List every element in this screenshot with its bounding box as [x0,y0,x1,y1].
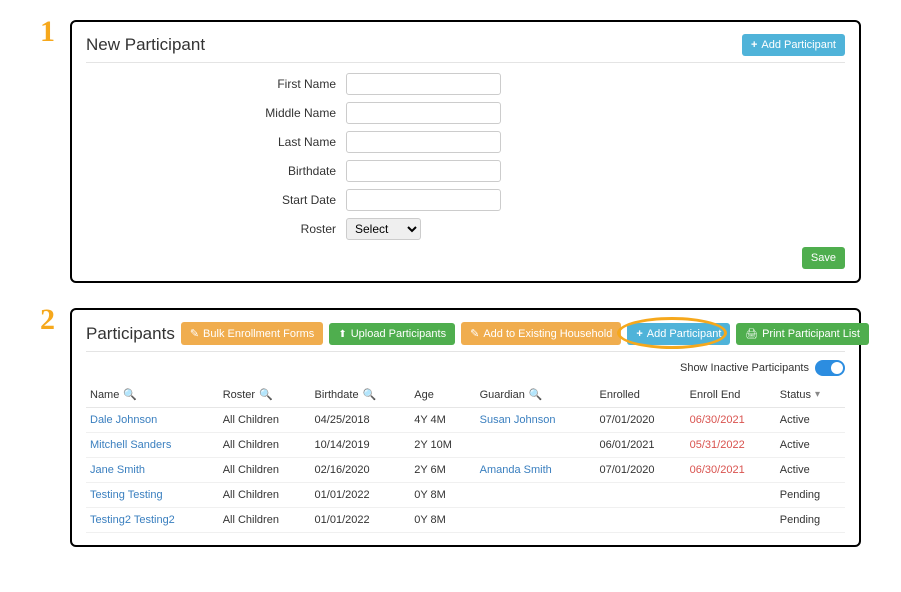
start-date-input[interactable] [346,189,501,211]
first-name-label: First Name [86,77,346,91]
chevron-down-icon[interactable]: ▾ [815,389,820,400]
roster-label: Roster [86,222,346,236]
cell-age: 0Y 8M [410,508,475,533]
cell-birthdate: 01/01/2022 [311,508,411,533]
add-participant-label: Add Participant [647,328,722,340]
cell-enrollend [686,508,776,533]
new-participant-panel: New Participant Add Participant First Na… [70,20,861,283]
save-button[interactable]: Save [802,247,845,269]
table-header-row: Name 🔍 Roster 🔍 Birthdate 🔍 Age Guardian 🔍 E… [86,382,845,408]
cell-age: 2Y 10M [410,433,475,458]
col-enrollend: Enroll End [690,389,741,401]
participants-table: Name 🔍 Roster 🔍 Birthdate 🔍 Age Guardian 🔍 E… [86,382,845,533]
cell-enrollend: 06/30/2021 [686,458,776,483]
participant-name-link[interactable]: Mitchell Sanders [90,439,171,451]
cell-roster: All Children [219,433,311,458]
start-date-label: Start Date [86,193,346,207]
roster-select[interactable]: Select [346,218,421,240]
print-icon [745,328,758,340]
col-roster: Roster [223,389,255,401]
col-status: Status [780,389,811,401]
add-participant-button[interactable]: Add Participant [627,323,730,345]
bulk-enrollment-button[interactable]: Bulk Enrollment Forms [181,322,323,345]
cell-roster: All Children [219,408,311,433]
col-name: Name [90,389,119,401]
search-icon[interactable]: 🔍 [363,388,377,401]
add-existing-household-button[interactable]: Add to Existing Household [461,322,621,345]
table-row: Testing2 Testing2 All Children01/01/20220… [86,508,845,533]
table-row: Testing Testing All Children01/01/20220Y … [86,483,845,508]
bulk-enrollment-label: Bulk Enrollment Forms [203,328,314,340]
cell-roster: All Children [219,483,311,508]
cell-age: 0Y 8M [410,483,475,508]
print-list-label: Print Participant List [762,328,860,340]
last-name-label: Last Name [86,135,346,149]
table-row: Mitchell Sanders All Children10/14/20192Y… [86,433,845,458]
show-inactive-label: Show Inactive Participants [680,362,809,374]
middle-name-input[interactable] [346,102,501,124]
cell-enrolled: 06/01/2021 [595,433,685,458]
cell-birthdate: 02/16/2020 [311,458,411,483]
cell-birthdate: 10/14/2019 [311,433,411,458]
first-name-input[interactable] [346,73,501,95]
upload-participants-button[interactable]: Upload Participants [329,323,455,345]
cell-birthdate: 01/01/2022 [311,483,411,508]
edit-icon [190,327,199,340]
cell-enrolled: 07/01/2020 [595,408,685,433]
callout-number-1: 1 [30,15,55,49]
edit-icon [470,327,479,340]
col-age: Age [414,389,434,401]
guardian-link[interactable]: Amanda Smith [480,464,552,476]
cell-enrollend [686,483,776,508]
cell-roster: All Children [219,458,311,483]
cell-status: Active [776,458,845,483]
search-icon[interactable]: 🔍 [529,388,543,401]
col-guardian: Guardian [480,389,525,401]
cell-enrollend: 05/31/2022 [686,433,776,458]
cell-enrollend: 06/30/2021 [686,408,776,433]
cell-enrolled [595,508,685,533]
participants-title: Participants [86,324,175,344]
cell-birthdate: 04/25/2018 [311,408,411,433]
col-birthdate: Birthdate [315,389,359,401]
cell-age: 2Y 6M [410,458,475,483]
add-existing-label: Add to Existing Household [483,328,612,340]
participant-name-link[interactable]: Dale Johnson [90,414,157,426]
last-name-input[interactable] [346,131,501,153]
cell-age: 4Y 4M [410,408,475,433]
cell-status: Active [776,433,845,458]
cell-enrolled [595,483,685,508]
plus-icon [636,328,642,340]
participants-panel: Participants Bulk Enrollment Forms Uploa… [70,308,861,547]
guardian-link[interactable]: Susan Johnson [480,414,556,426]
add-participant-button-top[interactable]: Add Participant [742,34,845,56]
participant-name-link[interactable]: Testing Testing [90,489,163,501]
plus-icon [751,39,757,51]
cell-roster: All Children [219,508,311,533]
callout-number-2: 2 [30,303,55,337]
panel-title: New Participant [86,35,205,55]
search-icon[interactable]: 🔍 [123,388,137,401]
birthdate-input[interactable] [346,160,501,182]
participant-name-link[interactable]: Jane Smith [90,464,145,476]
table-row: Jane Smith All Children02/16/20202Y 6M Ama… [86,458,845,483]
cell-status: Active [776,408,845,433]
participant-name-link[interactable]: Testing2 Testing2 [90,514,175,526]
search-icon[interactable]: 🔍 [259,388,273,401]
middle-name-label: Middle Name [86,106,346,120]
cell-status: Pending [776,508,845,533]
upload-participants-label: Upload Participants [351,328,446,340]
add-participant-label: Add Participant [761,39,836,51]
cell-enrolled: 07/01/2020 [595,458,685,483]
show-inactive-toggle[interactable] [815,360,845,376]
birthdate-label: Birthdate [86,164,346,178]
col-enrolled: Enrolled [599,389,639,401]
cell-status: Pending [776,483,845,508]
print-list-button[interactable]: Print Participant List [736,323,869,345]
upload-icon [338,328,346,340]
table-row: Dale Johnson All Children04/25/20184Y 4M S… [86,408,845,433]
